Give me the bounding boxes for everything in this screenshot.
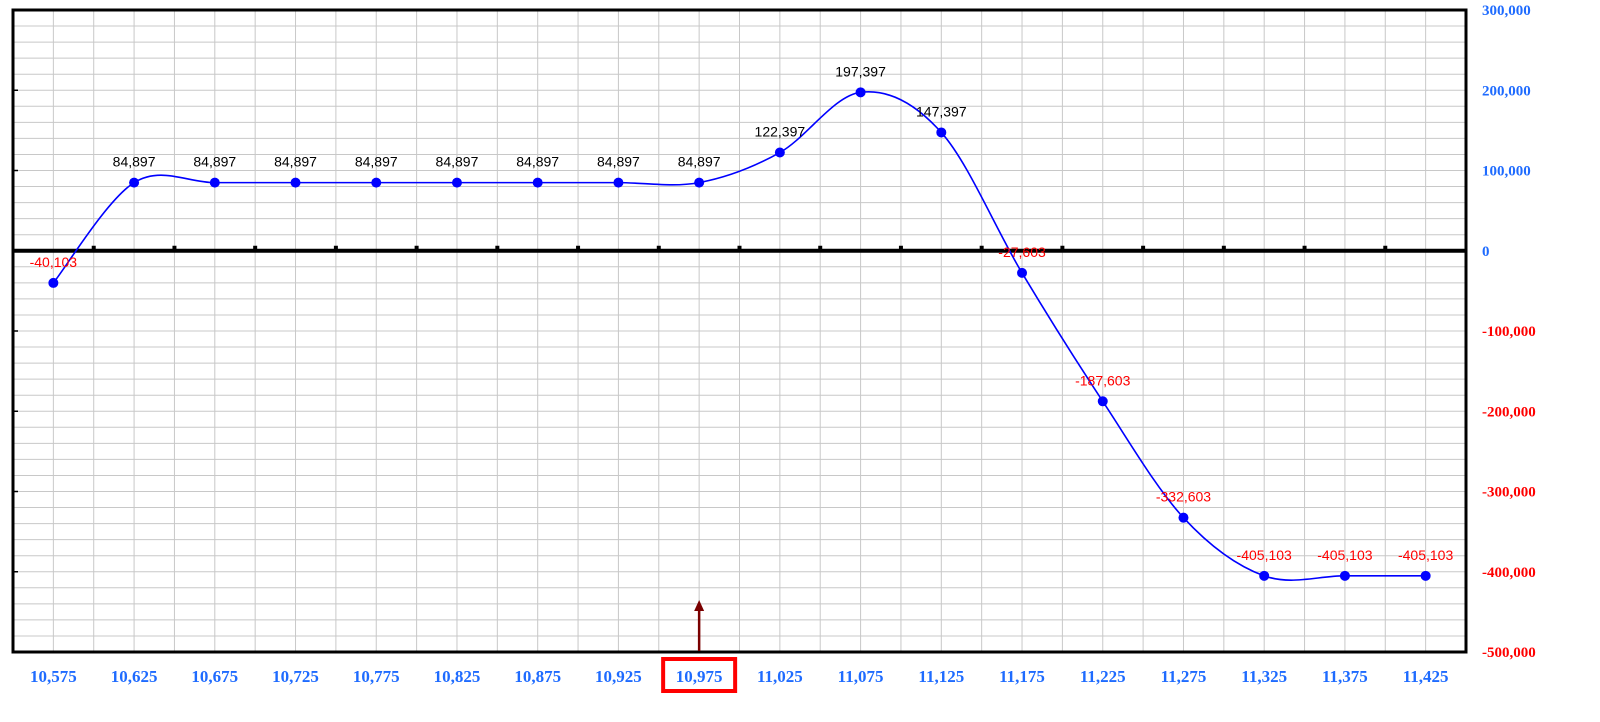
- x-tick-label: 10,875: [514, 667, 561, 686]
- x-tick-label: 11,225: [1080, 667, 1126, 686]
- y-tick-label: -100,000: [1482, 324, 1536, 340]
- data-point: [936, 127, 947, 138]
- data-label: 84,897: [678, 154, 721, 170]
- data-point: [129, 177, 140, 188]
- data-label: 84,897: [193, 154, 236, 170]
- data-label: -27,603: [998, 244, 1046, 260]
- data-label: 84,897: [355, 154, 398, 170]
- data-label: 84,897: [274, 154, 317, 170]
- data-point: [1339, 570, 1350, 581]
- data-label: -405,103: [1398, 547, 1453, 563]
- data-label: 197,397: [835, 63, 886, 79]
- x-tick-label: 11,075: [838, 667, 884, 686]
- data-label: 122,397: [755, 124, 806, 140]
- x-tick-label: 10,725: [272, 667, 319, 686]
- x-tick-label: 11,425: [1403, 667, 1449, 686]
- y-tick-label: -300,000: [1482, 485, 1536, 501]
- y-tick-label: -200,000: [1482, 404, 1536, 420]
- data-point: [774, 147, 785, 158]
- x-tick-label: 10,825: [434, 667, 481, 686]
- data-label: 84,897: [516, 154, 559, 170]
- x-tick-label: 10,925: [595, 667, 642, 686]
- x-axis-ticks: 10,575 10,625 10,675 10,725 10,775 10,825 10,8…: [30, 667, 1449, 686]
- data-point: [613, 177, 624, 188]
- data-point: [1259, 570, 1270, 581]
- data-label: -405,103: [1237, 547, 1292, 563]
- y-tick-label: -500,000: [1482, 645, 1536, 661]
- data-point: [451, 177, 462, 188]
- y-tick-label: 0: [1482, 244, 1490, 260]
- data-point: [532, 177, 543, 188]
- data-point: [290, 177, 301, 188]
- x-tick-label: 11,375: [1322, 667, 1368, 686]
- data-label: -187,603: [1075, 372, 1130, 388]
- data-label: 147,397: [916, 103, 967, 119]
- data-label: -405,103: [1317, 547, 1372, 563]
- profit-loss-chart: -40,103 84,897 84,897 84,897 84,897 84,897 84,…: [11, 3, 1536, 693]
- x-tick-label: 11,275: [1161, 667, 1207, 686]
- x-tick-label: 11,125: [918, 667, 964, 686]
- x-tick-label: 11,175: [999, 667, 1045, 686]
- x-tick-label: 10,675: [191, 667, 238, 686]
- y-axis-ticks: 300,000 200,000 100,000 0 -100,000 -200,000 -3…: [1482, 3, 1536, 661]
- data-label: 84,897: [597, 154, 640, 170]
- data-point: [209, 177, 220, 188]
- y-tick-label: 100,000: [1482, 164, 1531, 180]
- y-tick-label: 200,000: [1482, 83, 1531, 99]
- data-point: [694, 177, 705, 188]
- x-tick-label: 10,775: [353, 667, 400, 686]
- y-tick-label: -400,000: [1482, 565, 1536, 581]
- x-tick-label: 10,975: [676, 667, 723, 686]
- data-label: -332,603: [1156, 489, 1211, 505]
- data-label: 84,897: [436, 154, 479, 170]
- data-point: [1420, 570, 1431, 581]
- data-point: [855, 87, 866, 98]
- data-label: -40,103: [30, 254, 78, 270]
- x-tick-label: 10,575: [30, 667, 77, 686]
- data-label: 84,897: [113, 154, 156, 170]
- x-tick-label: 10,625: [111, 667, 158, 686]
- data-point: [1178, 512, 1189, 523]
- data-point: [371, 177, 382, 188]
- data-point: [1017, 267, 1028, 278]
- data-point: [48, 277, 59, 288]
- y-tick-label: 300,000: [1482, 3, 1531, 19]
- x-tick-label: 11,325: [1241, 667, 1287, 686]
- marker-arrow-head: [694, 600, 705, 611]
- x-tick-label: 11,025: [757, 667, 803, 686]
- data-point: [1097, 396, 1108, 407]
